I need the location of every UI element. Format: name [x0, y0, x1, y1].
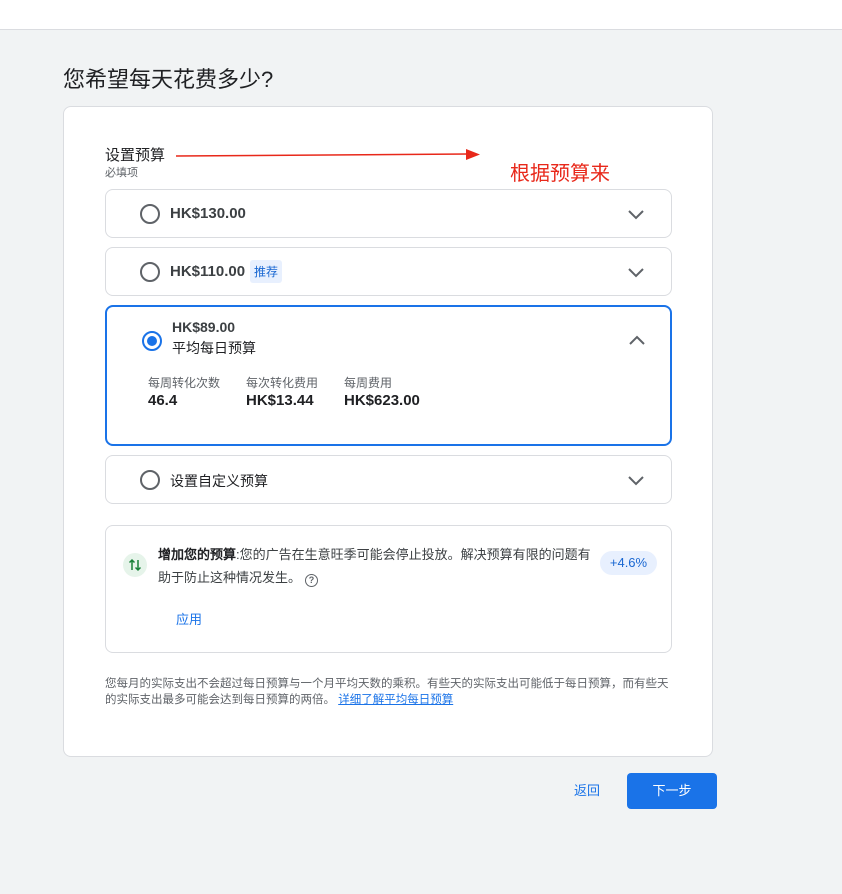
budget-option-130[interactable]: HK$130.00	[105, 189, 672, 238]
option-label: HK$89.00	[172, 319, 236, 335]
page-title: 您希望每天花费多少?	[63, 67, 274, 92]
chevron-down-icon[interactable]	[627, 474, 645, 486]
budget-note: 您每月的实际支出不会超过每日预算与一个月平均天数的乘积。有些天的实际支出可能低于…	[105, 676, 675, 708]
option-label: HK$110.00	[170, 263, 246, 280]
stat-label-cost-per-conversion: 每次转化费用	[246, 376, 319, 390]
radio-button[interactable]	[140, 204, 160, 224]
stat-value-weekly-cost: HK$623.00	[344, 392, 420, 409]
annotation-arrow-icon	[175, 149, 480, 160]
budget-option-110[interactable]: HK$110.00 推荐	[105, 247, 672, 296]
stat-value-cost-per-conversion: HK$13.44	[246, 392, 314, 409]
next-button[interactable]: 下一步	[627, 773, 717, 809]
stat-label-conversions: 每周转化次数	[148, 376, 221, 390]
stat-value-conversions: 46.4	[148, 392, 178, 409]
budget-section-title: 设置预算	[105, 147, 166, 164]
budget-tip-card: 增加您的预算:您的广告在生意旺季可能会停止投放。解决预算有限的问题有助于防止这种…	[105, 525, 672, 653]
option-label: HK$130.00	[170, 205, 246, 222]
back-button[interactable]: 返回	[560, 773, 614, 809]
swap-arrows-icon	[123, 553, 147, 577]
chevron-up-icon[interactable]	[628, 334, 646, 346]
radio-button[interactable]	[140, 262, 160, 282]
stat-label-weekly-cost: 每周费用	[344, 376, 393, 390]
tip-text: 增加您的预算:您的广告在生意旺季可能会停止投放。解决预算有限的问题有助于防止这种…	[158, 543, 603, 589]
annotation-text: 根据预算来	[510, 163, 610, 185]
budget-card: 设置预算 必填项 根据预算来 HK$130.00 HK$110.00 推荐 HK…	[63, 106, 713, 757]
tip-title: 增加您的预算	[158, 547, 237, 562]
required-label: 必填项	[105, 167, 138, 179]
help-icon[interactable]: ?	[305, 574, 319, 587]
learn-more-link[interactable]: 详细了解平均每日预算	[338, 694, 453, 706]
apply-button[interactable]: 应用	[176, 609, 202, 628]
budget-option-custom[interactable]: 设置自定义预算	[105, 455, 672, 504]
chevron-down-icon[interactable]	[627, 266, 645, 278]
top-bar	[0, 0, 842, 30]
budget-option-89[interactable]: HK$89.00 平均每日预算 每周转化次数 46.4 每次转化费用 HK$13…	[105, 305, 672, 446]
percent-badge: +4.6%	[600, 551, 657, 575]
option-sublabel: 平均每日预算	[172, 340, 256, 356]
radio-button[interactable]	[140, 470, 160, 490]
radio-button-selected[interactable]	[142, 331, 162, 351]
chevron-down-icon[interactable]	[627, 208, 645, 220]
option-label: 设置自定义预算	[170, 473, 268, 489]
recommended-badge: 推荐	[250, 260, 283, 283]
